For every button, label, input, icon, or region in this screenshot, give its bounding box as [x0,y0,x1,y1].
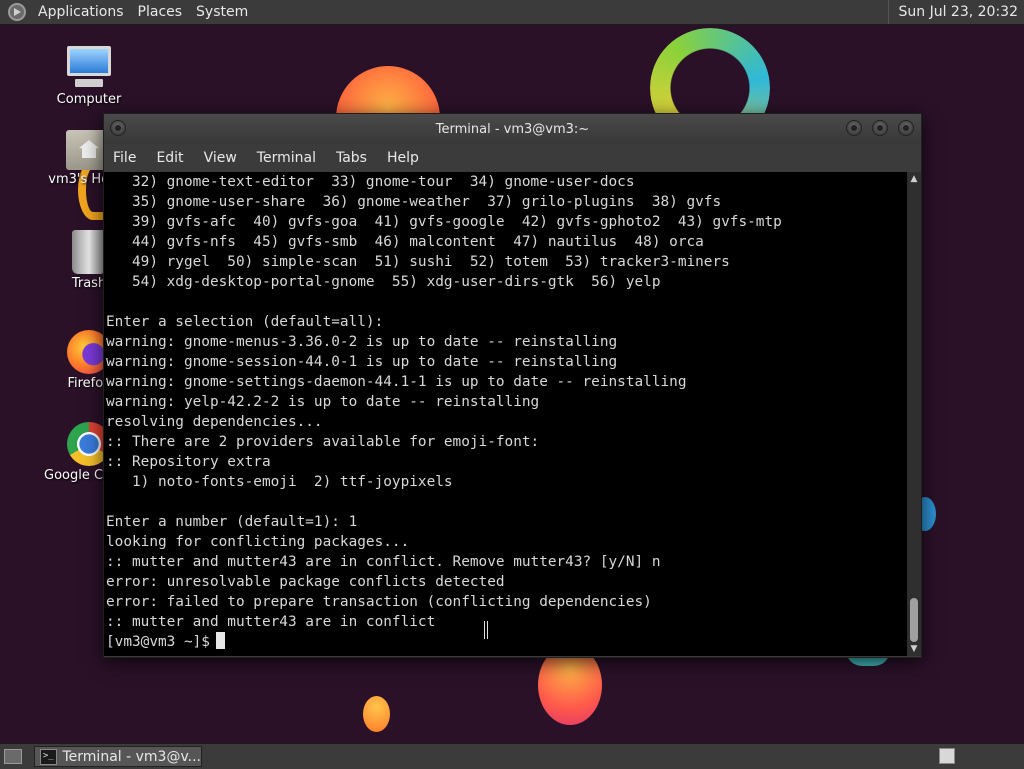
minimize-icon[interactable] [846,120,862,136]
scroll-up-icon[interactable]: ▲ [907,172,921,186]
wallpaper-small-blob [363,696,390,732]
taskbar-terminal-button[interactable]: >_ Terminal - vm3@v... [34,746,202,767]
menu-tabs[interactable]: Tabs [326,150,377,166]
close-icon[interactable] [898,120,914,136]
shell-prompt: [vm3@vm3 ~]$ [106,634,210,650]
maximize-icon[interactable] [872,120,888,136]
desktop-icon-label: Computer [44,92,134,107]
terminal-line [106,492,907,512]
terminal-line: warning: yelp-42.2-2 is up to date -- re… [106,392,907,412]
taskbar-label: Terminal - vm3@v... [63,749,202,765]
terminal-line: 1) noto-fonts-emoji 2) ttf-joypixels [106,472,907,492]
terminal-line: 32) gnome-text-editor 33) gnome-tour 34)… [106,172,907,192]
terminal-prompt-line[interactable]: [vm3@vm3 ~]$ [104,632,907,652]
menu-file[interactable]: File [104,150,146,166]
scroll-down-icon[interactable]: ▼ [907,642,921,656]
terminal-output[interactable]: 32) gnome-text-editor 33) gnome-tour 34)… [104,172,907,656]
terminal-line: resolving dependencies... [106,412,907,432]
terminal-scrollbar[interactable]: ▲ ▼ [907,172,921,656]
terminal-text: 32) gnome-text-editor 33) gnome-tour 34)… [104,172,907,632]
text-cursor-block [216,632,225,649]
applications-menu[interactable]: Applications [32,4,132,20]
places-menu[interactable]: Places [132,4,191,20]
workspace-switcher[interactable] [939,748,955,764]
terminal-line: 44) gvfs-nfs 45) gvfs-smb 46) malcontent… [106,232,907,252]
mouse-ibeam-icon [484,621,488,639]
menu-view[interactable]: View [194,150,247,166]
terminal-line: looking for conflicting packages... [106,532,907,552]
bottom-panel: >_ Terminal - vm3@v... [0,743,1024,769]
menu-logo-icon[interactable] [8,3,26,21]
terminal-icon: >_ [40,749,57,765]
top-panel: Applications Places System Sun Jul 23, 2… [0,0,1024,25]
system-menu[interactable]: System [190,4,256,20]
desktop-icon-computer[interactable]: Computer [44,46,134,107]
terminal-line: :: Repository extra [106,452,907,472]
window-titlebar[interactable]: Terminal - vm3@vm3:~ [104,114,921,144]
terminal-line: :: There are 2 providers available for e… [106,432,907,452]
terminal-line [106,292,907,312]
trash-icon [72,230,106,274]
terminal-line: error: failed to prepare transaction (co… [106,592,907,612]
terminal-line: warning: gnome-settings-daemon-44.1-1 is… [106,372,907,392]
terminal-line: warning: gnome-session-44.0-1 is up to d… [106,352,907,372]
menu-terminal[interactable]: Terminal [247,150,326,166]
show-desktop-icon[interactable] [4,749,22,764]
terminal-line: :: mutter and mutter43 are in conflict [106,612,907,632]
terminal-line: :: mutter and mutter43 are in conflict. … [106,552,907,572]
window-title: Terminal - vm3@vm3:~ [104,122,921,137]
terminal-line: 54) xdg-desktop-portal-gnome 55) xdg-use… [106,272,907,292]
terminal-menubar: File Edit View Terminal Tabs Help [104,144,921,171]
menu-help[interactable]: Help [377,150,429,166]
terminal-line: Enter a selection (default=all): [106,312,907,332]
terminal-line: 39) gvfs-afc 40) gvfs-goa 41) gvfs-googl… [106,212,907,232]
terminal-line: Enter a number (default=1): 1 [106,512,907,532]
scroll-thumb[interactable] [910,598,918,642]
clock[interactable]: Sun Jul 23, 20:32 [888,0,1024,24]
terminal-line: warning: gnome-menus-3.36.0-2 is up to d… [106,332,907,352]
terminal-window: Terminal - vm3@vm3:~ File Edit View Term… [103,113,922,658]
computer-icon [65,46,113,90]
terminal-line: 35) gnome-user-share 36) gnome-weather 3… [106,192,907,212]
terminal-line: error: unresolvable package conflicts de… [106,572,907,592]
menu-edit[interactable]: Edit [146,150,193,166]
terminal-line: 49) rygel 50) simple-scan 51) sushi 52) … [106,252,907,272]
